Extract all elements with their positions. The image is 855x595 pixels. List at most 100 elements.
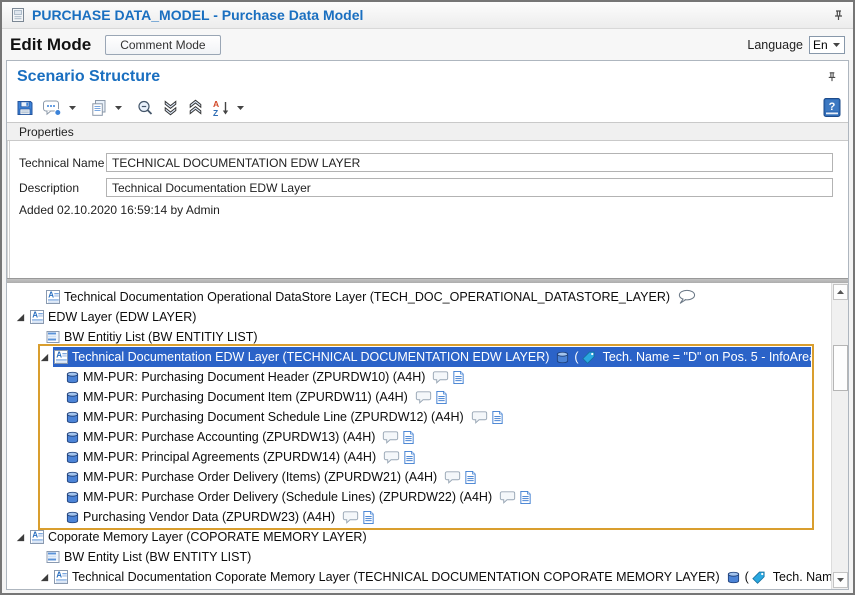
tree-row-content: MM-PUR: Principal Agreements (ZPURDW14) …	[65, 450, 416, 465]
tag-icon	[581, 350, 596, 365]
speech-bubble-icon[interactable]	[499, 490, 516, 505]
speech-bubble-icon[interactable]	[444, 470, 461, 485]
db-cylinder-icon	[65, 430, 80, 445]
expand-all-button[interactable]	[159, 96, 182, 119]
tree-row[interactable]: MM-PUR: Purchasing Document Schedule Lin…	[7, 407, 831, 427]
speech-bubble-icon[interactable]	[383, 450, 400, 465]
tree-row-content: BW Entity List (BW ENTITY LIST)	[45, 549, 255, 565]
scenario-doc-icon: A	[29, 529, 45, 545]
tree-row[interactable]: BW Entitiy List (BW ENTITIY LIST)	[7, 327, 831, 347]
doc-note-icon[interactable]	[464, 470, 477, 485]
doc-note-icon[interactable]	[402, 430, 415, 445]
db-cylinder-icon	[65, 490, 80, 505]
collapse-all-button[interactable]	[184, 96, 207, 119]
description-label: Description	[10, 181, 106, 195]
comment-mode-button[interactable]: Comment Mode	[105, 35, 220, 55]
svg-text:A: A	[32, 311, 38, 320]
tree-row-content: A Coporate Memory Layer (COPORATE MEMORY …	[29, 529, 371, 545]
speech-bubble-icon[interactable]	[432, 370, 449, 385]
tree-node-label: Coporate Memory Layer (COPORATE MEMORY L…	[48, 530, 367, 544]
tree-node-label: MM-PUR: Purchase Accounting (ZPURDW13) (…	[83, 430, 375, 444]
search-icon	[136, 99, 154, 117]
speech-bubble-icon[interactable]	[382, 430, 399, 445]
tree-row-content: ATechnical Documentation Operational Dat…	[45, 289, 696, 305]
comment-tool-dropdown[interactable]	[68, 105, 77, 111]
tree-row[interactable]: AEDW Layer (EDW LAYER)	[7, 307, 831, 327]
tree-row[interactable]: ATechnical Documentation Operational Dat…	[7, 287, 831, 307]
scenario-doc-icon: A	[29, 309, 45, 325]
save-button[interactable]	[13, 96, 37, 120]
tree-row[interactable]: MM-PUR: Principal Agreements (ZPURDW14) …	[7, 447, 831, 467]
tree-row-content: MM-PUR: Purchasing Document Header (ZPUR…	[65, 370, 465, 385]
page-title: PURCHASE DATA_MODEL - Purchase Data Mode…	[32, 7, 363, 23]
scrollbar-thumb[interactable]	[833, 345, 848, 391]
tree-node-label: MM-PUR: Principal Agreements (ZPURDW14) …	[83, 450, 376, 464]
speech-bubble-icon[interactable]	[471, 410, 488, 425]
tree-expander-icon[interactable]	[15, 532, 29, 543]
pin-icon[interactable]	[832, 9, 845, 22]
tree-row[interactable]: MM-PUR: Purchase Accounting (ZPURDW13) (…	[7, 427, 831, 447]
copy-tool-button[interactable]	[87, 96, 111, 120]
tag-icon	[751, 570, 766, 585]
edit-mode-label: Edit Mode	[10, 35, 91, 55]
annotation-text: Tech. Name = "D" on Pos. 5 - InfoArea = …	[603, 350, 811, 364]
scroll-down-button[interactable]	[833, 572, 848, 588]
tree-row[interactable]: MM-PUR: Purchasing Document Item (ZPURDW…	[7, 387, 831, 407]
doc-note-icon[interactable]	[362, 510, 375, 525]
speech-bubble-icon[interactable]	[342, 510, 359, 525]
tree-row[interactable]: Purchasing Vendor Data (ZPURDW23) (A4H)	[7, 507, 831, 527]
collapse-all-icon	[187, 99, 204, 116]
comment-balloon-icon[interactable]	[677, 289, 696, 305]
panel-pin-icon[interactable]	[826, 71, 838, 83]
tree-node-label: MM-PUR: Purchase Order Delivery (Schedul…	[83, 490, 492, 504]
comment-icon	[42, 99, 62, 117]
tree-expander-icon[interactable]	[15, 312, 29, 323]
tree-row-content: MM-PUR: Purchase Order Delivery (Schedul…	[65, 490, 532, 505]
db-cylinder-icon	[65, 510, 80, 525]
tree-rows-container: A Technical Documentation Operational Dat…	[7, 287, 831, 589]
tree-row-content: MM-PUR: Purchasing Document Schedule Lin…	[65, 410, 504, 425]
tree-expander-icon[interactable]	[39, 352, 53, 363]
tree-row-selected[interactable]: ATechnical Documentation EDW Layer (TECH…	[7, 347, 831, 367]
language-value: En	[813, 38, 828, 52]
doc-note-icon[interactable]	[403, 450, 416, 465]
window-title-bar: PURCHASE DATA_MODEL - Purchase Data Mode…	[2, 2, 853, 29]
tree-expander-icon[interactable]	[39, 572, 53, 583]
doc-note-icon[interactable]	[491, 410, 504, 425]
vertical-scrollbar[interactable]	[831, 283, 848, 589]
svg-text:A: A	[56, 571, 62, 580]
technical-name-input[interactable]	[106, 153, 833, 172]
copy-tool-dropdown[interactable]	[114, 105, 123, 111]
tree-row[interactable]: MM-PUR: Purchase Order Delivery (Items) …	[7, 467, 831, 487]
svg-text:A: A	[32, 531, 38, 540]
scenario-structure-panel: Scenario Structure AZ	[6, 60, 849, 590]
tree-row[interactable]: BW Entity List (BW ENTITY LIST)	[7, 547, 831, 567]
doc-note-icon[interactable]	[435, 390, 448, 405]
tree-node-label: MM-PUR: Purchasing Document Header (ZPUR…	[83, 370, 425, 384]
tree-node-label: Technical Documentation Operational Data…	[64, 290, 670, 304]
db-cylinder-icon	[65, 450, 80, 465]
speech-bubble-icon[interactable]	[415, 390, 432, 405]
language-select[interactable]: En	[809, 36, 845, 54]
tree-row[interactable]: ATechnical Documentation Coporate Memory…	[7, 567, 831, 587]
scroll-up-button[interactable]	[833, 284, 848, 300]
tree-row[interactable]: MM-PUR: Purchasing Document Header (ZPUR…	[7, 367, 831, 387]
doc-note-icon[interactable]	[519, 490, 532, 505]
scenario-doc-icon: A	[53, 349, 69, 365]
doc-note-icon[interactable]	[452, 370, 465, 385]
tree-row[interactable]: MM-PUR: Purchase Order Delivery (Schedul…	[7, 487, 831, 507]
added-by-text: Added 02.10.2020 16:59:14 by Admin	[19, 203, 220, 217]
help-button[interactable]: ?	[822, 97, 842, 118]
description-input[interactable]	[106, 178, 833, 197]
search-button[interactable]	[133, 96, 157, 120]
tree-row[interactable]: CM MM-PUR: Purchase Data Header (ZLSD_03…	[7, 587, 831, 589]
sort-az-icon: AZ	[212, 99, 230, 117]
tree-node-label: MM-PUR: Purchasing Document Item (ZPURDW…	[83, 390, 408, 404]
toolbar: AZ ?	[7, 93, 848, 122]
tree-row[interactable]: A Coporate Memory Layer (COPORATE MEMORY …	[7, 527, 831, 547]
chevron-down-icon	[832, 42, 841, 48]
sort-button[interactable]: AZ	[209, 96, 233, 120]
comment-tool-button[interactable]	[39, 96, 65, 120]
sort-dropdown[interactable]	[236, 105, 245, 111]
properties-tab[interactable]: Properties	[7, 122, 848, 141]
